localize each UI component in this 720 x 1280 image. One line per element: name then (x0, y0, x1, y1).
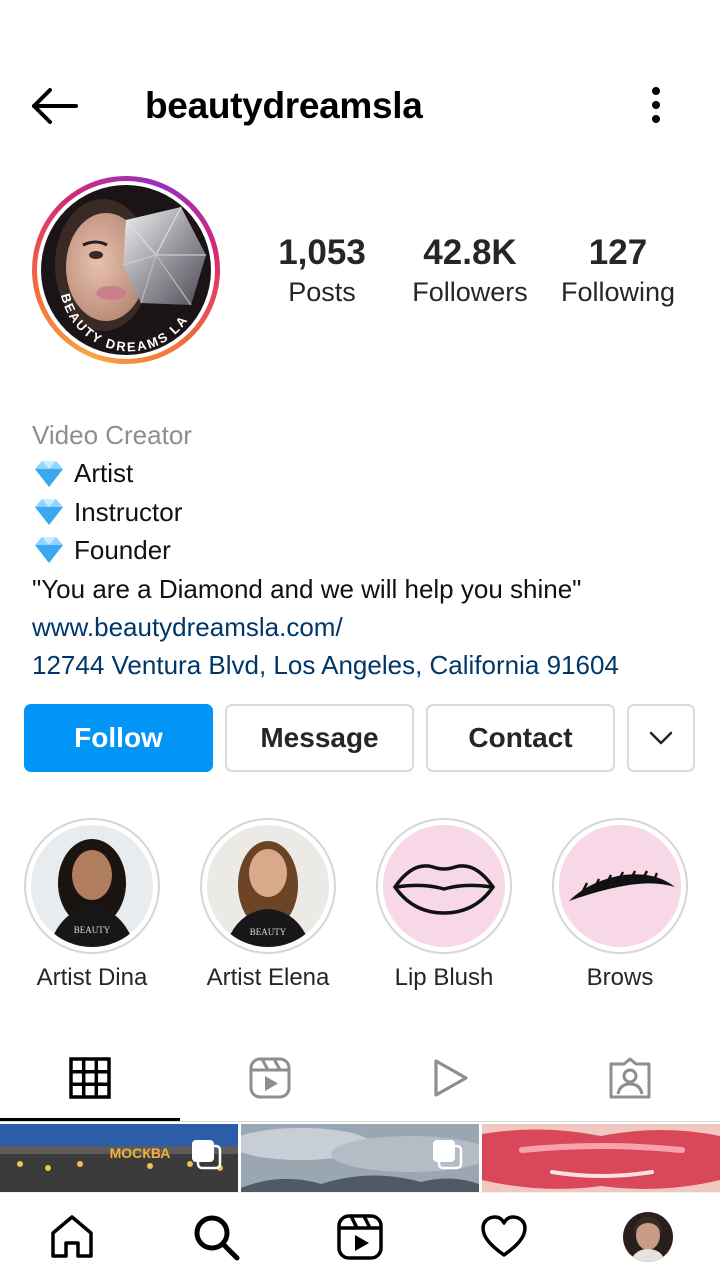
search-icon (194, 1215, 240, 1261)
suggested-accounts-button[interactable] (627, 704, 695, 772)
address-link[interactable]: 12744 Ventura Blvd, Los Angeles, Califor… (32, 646, 702, 684)
tab-reels[interactable] (240, 1048, 300, 1108)
following-count: 127 (588, 233, 648, 272)
follow-button[interactable]: Follow (24, 704, 213, 772)
tagged-user-icon (609, 1057, 651, 1099)
diamond-emoji-icon (35, 537, 63, 564)
post-thumbnail[interactable] (482, 1124, 720, 1194)
tab-posts-grid[interactable] (60, 1048, 120, 1108)
highlight-cover-image: BEAUTY (207, 825, 329, 947)
tab-videos[interactable] (420, 1048, 480, 1108)
reels-icon (337, 1214, 383, 1260)
diamond-emoji-icon (35, 460, 63, 487)
highlight-cover-image (383, 825, 505, 947)
grid-icon (69, 1057, 111, 1099)
profile-tabs (0, 1034, 720, 1122)
highlight-artist-elena[interactable]: BEAUTY Artist Elena (198, 818, 338, 992)
bio-role: Founder (74, 535, 171, 566)
arrow-left-icon (32, 88, 78, 124)
post-sign-text: МОСКВА (110, 1145, 171, 1161)
profile-avatar-icon (623, 1212, 673, 1262)
following-label: Following (560, 277, 676, 307)
bio-role: Artist (74, 458, 134, 489)
avatar-image: BEAUTY DREAMS LA (41, 185, 211, 355)
svg-text:BEAUTY: BEAUTY (74, 925, 111, 935)
following-stat[interactable]: 127 Following (555, 232, 681, 310)
diamond-emoji-icon (35, 498, 63, 525)
profile-header: beautydreamsla (0, 70, 720, 142)
post-thumbnail[interactable] (241, 1124, 479, 1194)
bio-role: Instructor (74, 496, 183, 527)
nav-activity[interactable] (478, 1211, 530, 1263)
more-options-button[interactable] (636, 84, 676, 128)
profile-bio: Video Creator Artist Instructor Founder … (32, 416, 702, 685)
back-button[interactable] (28, 84, 84, 128)
profile-category: Video Creator (32, 420, 192, 450)
svg-text:BEAUTY: BEAUTY (250, 927, 287, 937)
post-grid: МОСКВА (0, 1124, 720, 1194)
nav-home[interactable] (46, 1211, 98, 1263)
nav-profile[interactable] (622, 1211, 674, 1263)
bottom-navigation (0, 1192, 720, 1280)
highlight-label: Brows (586, 964, 654, 991)
post-thumbnail[interactable]: МОСКВА (0, 1124, 238, 1194)
posts-count: 1,053 (278, 233, 366, 272)
reels-icon (249, 1057, 291, 1099)
bio-line-artist: Artist (32, 454, 702, 492)
message-button[interactable]: Message (225, 704, 414, 772)
heart-icon (481, 1215, 527, 1257)
bio-line-founder: Founder (32, 531, 702, 569)
chevron-down-icon (649, 731, 673, 745)
home-icon (51, 1215, 93, 1258)
highlight-lip-blush[interactable]: Lip Blush (374, 818, 514, 992)
highlight-brows[interactable]: Brows (550, 818, 690, 992)
carousel-icon (192, 1140, 222, 1170)
profile-username: beautydreamsla (145, 85, 423, 126)
highlight-artist-dina[interactable]: BEAUTY Artist Dina (22, 818, 162, 992)
profile-avatar[interactable]: BEAUTY DREAMS LA (32, 176, 220, 364)
posts-label: Posts (288, 277, 356, 307)
followers-label: Followers (412, 277, 528, 307)
active-tab-indicator (0, 1118, 180, 1121)
nav-reels[interactable] (334, 1211, 386, 1263)
followers-stat[interactable]: 42.8K Followers (405, 232, 535, 310)
followers-count: 42.8K (423, 233, 517, 272)
tab-tagged[interactable] (600, 1048, 660, 1108)
website-link[interactable]: www.beautydreamsla.com/ (32, 608, 702, 646)
carousel-icon (433, 1140, 463, 1170)
play-icon (434, 1059, 468, 1097)
bio-line-instructor: Instructor (32, 493, 702, 531)
contact-button[interactable]: Contact (426, 704, 615, 772)
bio-quote: "You are a Diamond and we will help you … (32, 573, 582, 604)
highlight-label: Lip Blush (394, 964, 494, 991)
more-vertical-icon (652, 87, 660, 123)
highlight-cover-image (559, 825, 681, 947)
highlight-label: Artist Dina (36, 964, 148, 991)
highlight-cover-image: BEAUTY (31, 825, 153, 947)
posts-stat[interactable]: 1,053 Posts (272, 232, 372, 310)
highlight-label: Artist Elena (206, 964, 330, 991)
nav-search[interactable] (190, 1211, 242, 1263)
